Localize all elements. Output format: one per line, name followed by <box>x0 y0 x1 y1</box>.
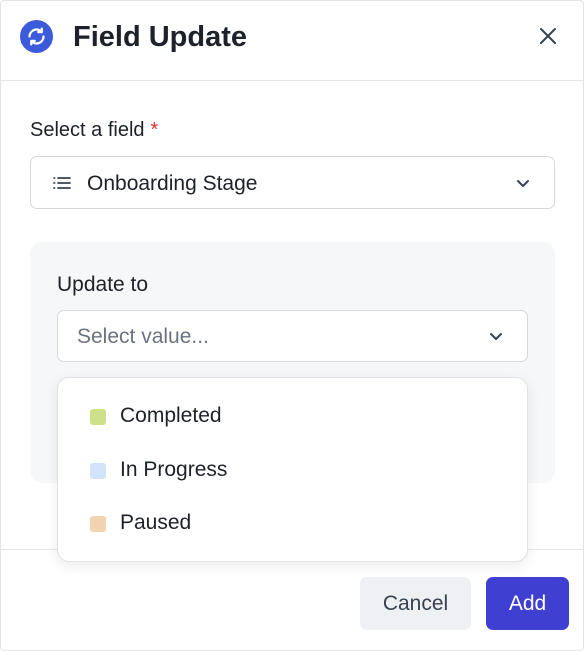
chevron-down-icon <box>488 328 504 344</box>
dialog-header: Field Update <box>1 1 583 81</box>
close-icon[interactable] <box>536 24 560 48</box>
select-field-label: Select a field * <box>30 119 159 141</box>
value-select[interactable]: Select value... <box>57 310 528 362</box>
value-dropdown-menu: Completed In Progress Paused <box>57 377 528 562</box>
field-update-dialog: Field Update Select a field * Onboarding … <box>0 0 584 651</box>
required-marker: * <box>150 119 159 141</box>
cancel-button[interactable]: Cancel <box>360 577 471 630</box>
chevron-down-icon <box>515 175 531 191</box>
option-paused[interactable]: Paused <box>58 501 527 545</box>
field-select[interactable]: Onboarding Stage <box>30 156 555 209</box>
add-button[interactable]: Add <box>486 577 569 630</box>
option-label: Paused <box>120 511 192 534</box>
color-swatch <box>90 409 106 425</box>
field-select-value: Onboarding Stage <box>87 172 258 195</box>
option-label: Completed <box>120 404 222 427</box>
value-select-placeholder: Select value... <box>77 325 209 348</box>
update-to-label: Update to <box>57 273 149 296</box>
list-icon <box>52 175 72 191</box>
dialog-title: Field Update <box>73 21 248 53</box>
color-swatch <box>90 516 106 532</box>
option-in-progress[interactable]: In Progress <box>58 448 527 492</box>
option-label: In Progress <box>120 458 228 481</box>
sync-icon <box>20 20 53 53</box>
option-completed[interactable]: Completed <box>58 394 527 438</box>
color-swatch <box>90 463 106 479</box>
